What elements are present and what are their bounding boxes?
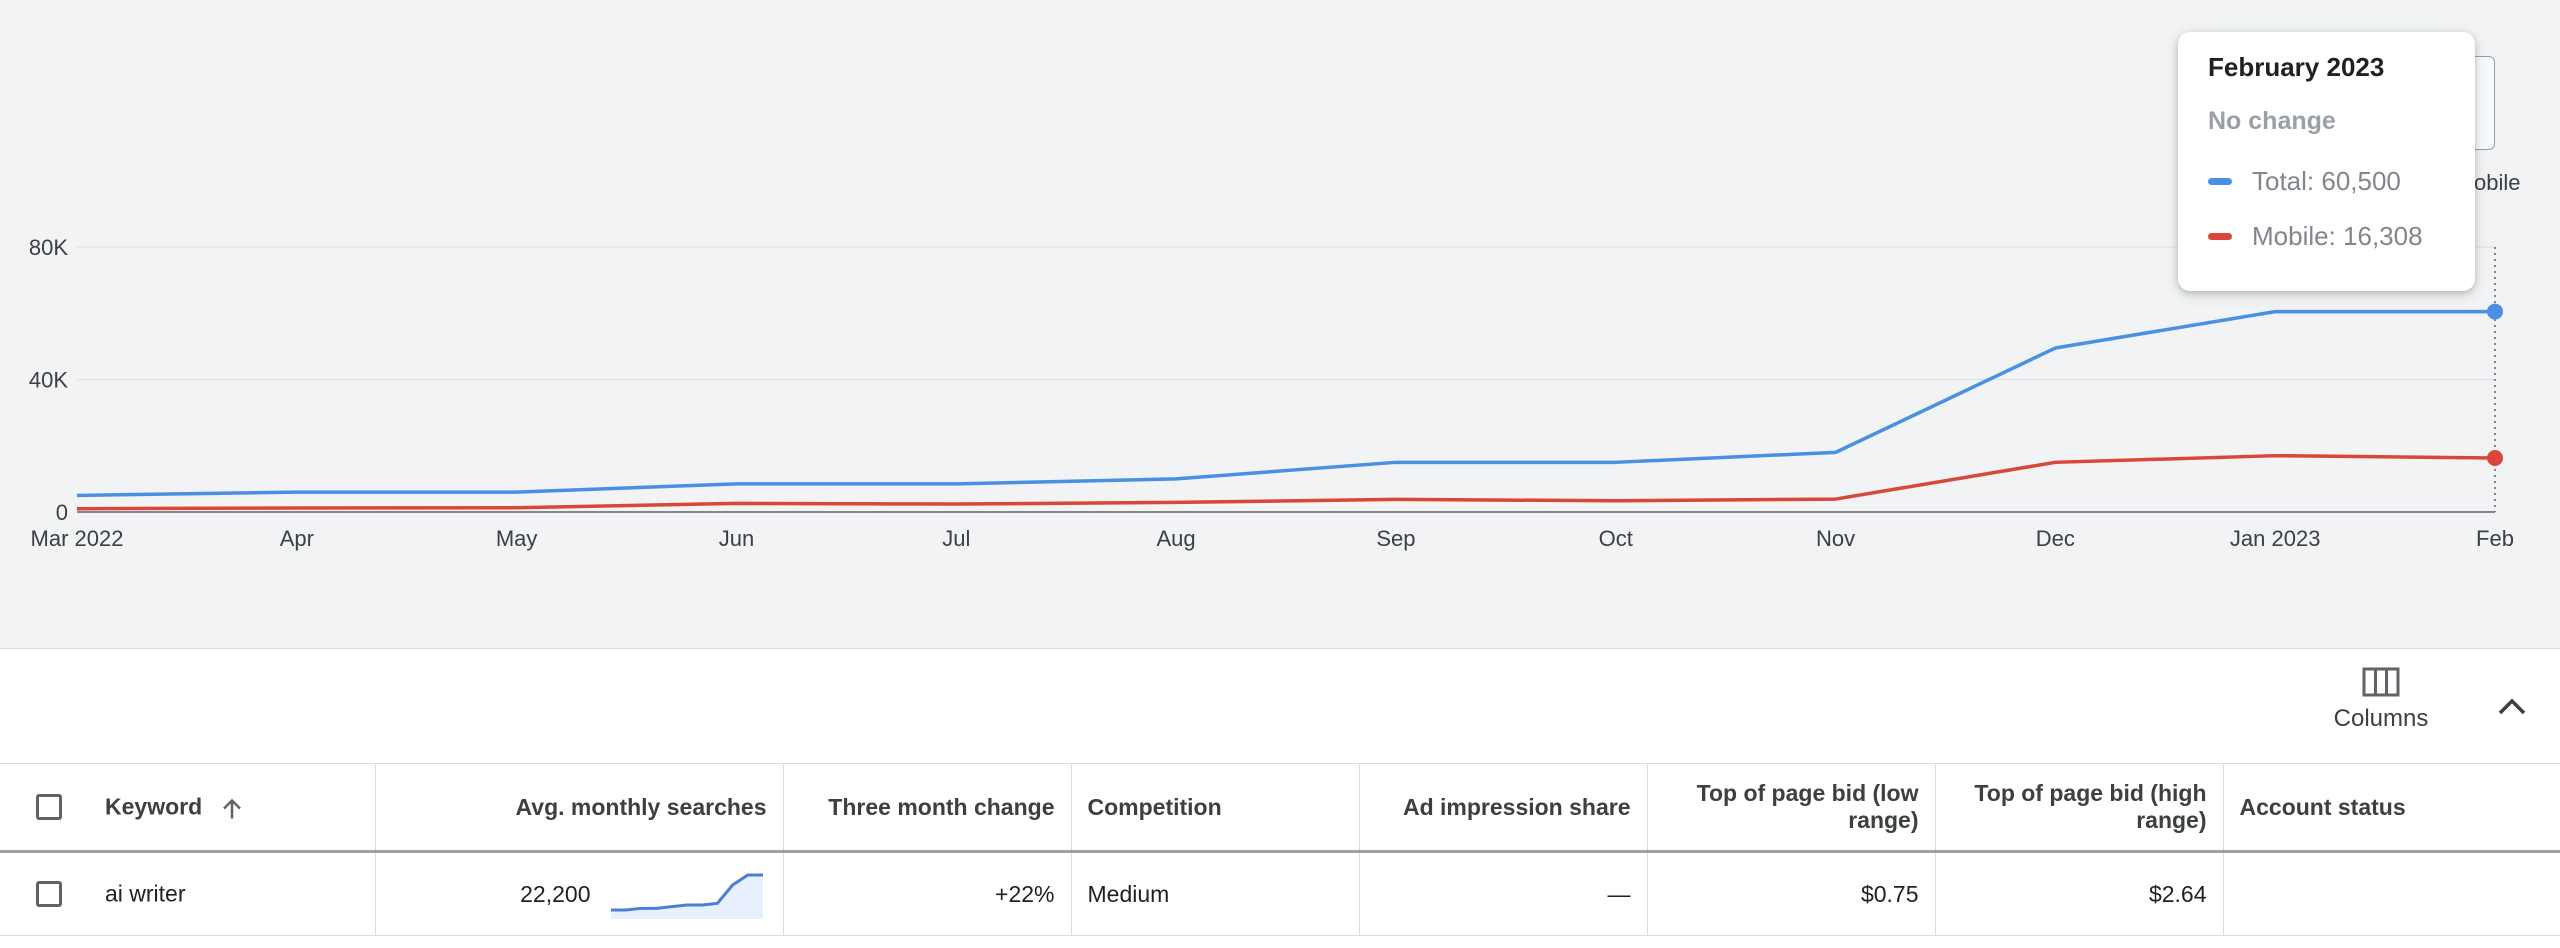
x-tick-label: Jun [719, 526, 754, 551]
table-row[interactable]: ai writer 22,200 +22% Medium — $0.75 $2.… [0, 851, 2560, 936]
keyword-cell: ai writer [0, 851, 376, 936]
chart-tooltip: February 2023 No change Total: 60,500 Mo… [2178, 32, 2475, 291]
trend-sparkline [610, 873, 763, 919]
x-tick-label: Apr [280, 526, 314, 551]
tooltip-row-total: Total: 60,500 [2208, 166, 2445, 197]
columns-button[interactable]: Columns [2320, 667, 2442, 757]
three-month-change-cell: +22% [783, 851, 1072, 936]
avg-monthly-searches-cell: 22,200 [375, 851, 784, 936]
x-tick-label: Mar 2022 [31, 526, 124, 551]
keyword-table: Keyword Avg. monthly searches Three mont… [0, 763, 2560, 936]
tooltip-mobile: Mobile: 16,308 [2252, 221, 2423, 251]
x-tick-label: Feb [2476, 526, 2514, 551]
columns-icon [2362, 667, 2400, 697]
header-avg-monthly-searches[interactable]: Avg. monthly searches [375, 763, 784, 853]
x-tick-label: May [496, 526, 538, 551]
header-account-status[interactable]: Account status [2223, 763, 2560, 853]
header-bid-low[interactable]: Top of page bid (low range) [1647, 763, 1936, 853]
series-line-mobile [76, 453, 2496, 511]
tooltip-total: Total: 60,500 [2252, 166, 2401, 196]
table-toolbar: Columns [0, 649, 2560, 763]
tooltip-row-mobile: Mobile: 16,308 [2208, 221, 2445, 252]
keyword-text: ai writer [105, 880, 186, 907]
competition-cell: Medium [1071, 851, 1360, 936]
ad-impression-share-cell: — [1359, 851, 1648, 936]
tooltip-title: February 2023 [2208, 52, 2385, 82]
chevron-up-icon[interactable] [2492, 687, 2532, 727]
header-three-month-change[interactable]: Three month change [783, 763, 1072, 853]
header-competition[interactable]: Competition [1071, 763, 1360, 853]
series-line-total [76, 309, 2495, 498]
avg-monthly-searches-value: 22,200 [520, 880, 591, 907]
account-status-cell [2223, 851, 2560, 936]
table-header-row: Keyword Avg. monthly searches Three mont… [0, 763, 2560, 853]
x-tick-label: Aug [1157, 526, 1196, 551]
x-tick-label: Sep [1376, 526, 1415, 551]
y-tick-label: 80K [29, 235, 68, 260]
y-tick-label: 0 [56, 500, 68, 525]
line-chart: 0 40K 80K Mar 2022 Apr May Jun Jul Aug Sep Oct Nov D… [29, 235, 2514, 551]
header-keyword-label: Keyword [105, 793, 203, 820]
bid-high-cell: $2.64 [1935, 851, 2224, 936]
columns-label: Columns [2333, 705, 2429, 732]
y-tick-label: 40K [29, 368, 68, 393]
sort-ascending-icon[interactable] [221, 796, 243, 820]
legend-label: obile [2474, 170, 2521, 195]
x-tick-label: Jan 2023 [2230, 526, 2321, 551]
mobile-swatch [2208, 233, 2232, 240]
select-all-checkbox[interactable] [36, 794, 62, 820]
x-tick-label: Dec [2036, 526, 2075, 551]
x-tick-label: Jul [942, 526, 970, 551]
series-point-total [2487, 303, 2503, 320]
search-trend-chart: 0 40K 80K Mar 2022 Apr May Jun Jul Aug Sep Oct Nov D… [0, 0, 2560, 649]
tooltip-subtitle: No change [2208, 107, 2336, 135]
series-point-mobile [2487, 449, 2503, 466]
x-tick-label: Nov [1816, 526, 1855, 551]
header-bid-high[interactable]: Top of page bid (high range) [1935, 763, 2224, 853]
header-keyword[interactable]: Keyword [0, 763, 376, 853]
header-ad-impression-share[interactable]: Ad impression share [1359, 763, 1648, 853]
bid-low-cell: $0.75 [1647, 851, 1936, 936]
total-swatch [2208, 178, 2232, 185]
row-checkbox[interactable] [36, 881, 62, 907]
x-tick-label: Oct [1599, 526, 1633, 551]
